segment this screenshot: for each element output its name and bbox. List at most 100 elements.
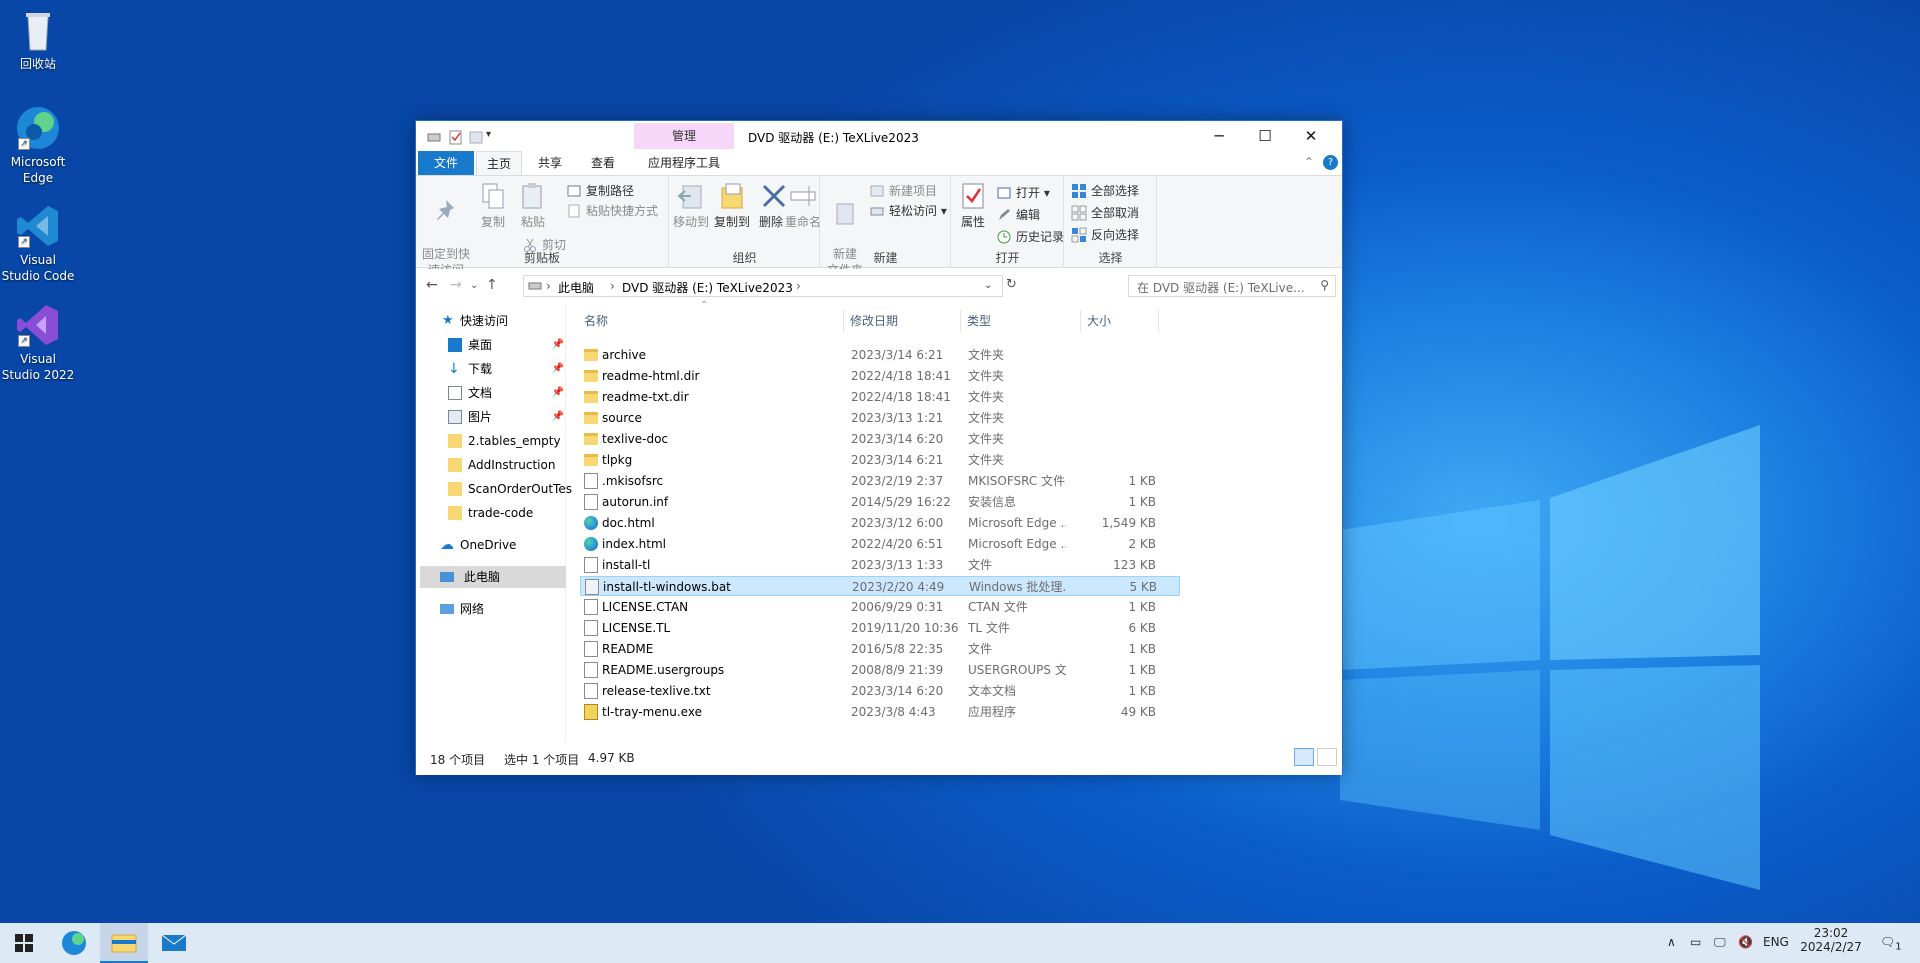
table-row[interactable]: autorun.inf 2014/5/29 16:22 安装信息 1 KB	[580, 492, 1180, 512]
invert-selection-button[interactable]: 反向选择	[1071, 226, 1139, 244]
pin-icon: 📌	[551, 339, 564, 350]
select-none-button[interactable]: 全部取消	[1071, 204, 1139, 222]
search-input[interactable]: 在 DVD 驱动器 (E:) TeXLive... ⚲	[1128, 275, 1336, 297]
search-icon: ⚲	[1320, 278, 1329, 292]
table-row[interactable]: index.html 2022/4/20 6:51 Microsoft Edge .…	[580, 534, 1180, 554]
recycle-bin[interactable]: 回收站	[0, 6, 76, 72]
notification-center-icon[interactable]: 🗨1	[1880, 935, 1902, 952]
help-icon[interactable]: ?	[1323, 155, 1338, 170]
vs2022-shortcut[interactable]: ↗ Visual Studio 2022	[0, 301, 76, 383]
table-row[interactable]: install-tl 2023/3/13 1:33 文件 123 KB	[580, 555, 1180, 575]
nav-folder-scanorder[interactable]: ScanOrderOutTes	[416, 478, 574, 500]
column-type[interactable]: 类型	[961, 310, 1081, 332]
select-all-button[interactable]: 全部选择	[1071, 182, 1139, 200]
table-row[interactable]: LICENSE.CTAN 2006/9/29 0:31 CTAN 文件 1 KB	[580, 597, 1180, 617]
edge-shortcut[interactable]: ↗ Microsoft Edge	[0, 104, 76, 186]
table-row[interactable]: tl-tray-menu.exe 2023/3/8 4:43 应用程序 49 KB	[580, 702, 1180, 722]
taskbar-mail[interactable]	[150, 923, 198, 963]
maximize-button[interactable]: ☐	[1242, 121, 1288, 151]
refresh-icon[interactable]: ↻	[1006, 277, 1017, 292]
column-size[interactable]: 大小	[1081, 310, 1159, 332]
copy-path-icon	[566, 183, 582, 199]
nav-folder-trade-code[interactable]: trade-code	[416, 502, 572, 524]
collapse-ribbon-icon[interactable]: ⌃	[1304, 155, 1314, 169]
tab-file[interactable]: 文件	[418, 151, 474, 175]
rename-button[interactable]: 重命名	[784, 180, 822, 230]
breadcrumb-this-pc[interactable]: 此电脑	[558, 279, 594, 296]
nav-folder-tables[interactable]: 2.tables_empty	[416, 430, 572, 452]
tab-view[interactable]: 查看	[581, 151, 625, 175]
tab-home[interactable]: 主页	[476, 151, 523, 175]
taskbar-file-explorer[interactable]	[100, 923, 148, 963]
up-arrow-icon[interactable]: ↑	[486, 277, 498, 293]
nav-desktop[interactable]: 桌面 📌	[416, 334, 572, 356]
table-row[interactable]: texlive-doc 2023/3/14 6:20 文件夹	[580, 429, 1180, 449]
nav-folder-addinstruction[interactable]: AddInstruction	[416, 454, 572, 476]
tab-app-tools[interactable]: 应用程序工具	[634, 151, 734, 175]
properties-qat-icon[interactable]	[448, 129, 464, 145]
minimize-button[interactable]: ─	[1196, 121, 1242, 151]
table-row[interactable]: README.usergroups 2008/8/9 21:39 USERGROUP…	[580, 660, 1180, 680]
file-name: autorun.inf	[602, 495, 669, 509]
paste-button[interactable]: 粘贴	[516, 180, 550, 230]
copy-path-button[interactable]: 复制路径	[566, 182, 634, 200]
file-name: doc.html	[602, 516, 655, 530]
taskbar-edge[interactable]	[50, 923, 98, 963]
table-row[interactable]: .mkisofsrc 2023/2/19 2:37 MKISOFSRC 文件 1 KB	[580, 471, 1180, 491]
table-row[interactable]: tlpkg 2023/3/14 6:21 文件夹	[580, 450, 1180, 470]
network-icon[interactable]: 🖵	[1714, 935, 1726, 950]
open-button[interactable]: 打开 ▾	[996, 184, 1050, 202]
tab-share[interactable]: 共享	[528, 151, 572, 175]
language-indicator[interactable]: ENG	[1763, 935, 1789, 949]
table-row[interactable]: archive 2023/3/14 6:21 文件夹	[580, 345, 1180, 365]
easy-access-button[interactable]: 轻松访问 ▾	[869, 202, 947, 220]
title-bar[interactable]: ▾ 管理 DVD 驱动器 (E:) TeXLive2023 ─ ☐ ✕	[416, 121, 1342, 153]
file-row-selected[interactable]: install-tl-windows.bat 2023/2/20 4:49 Wind…	[580, 576, 1180, 596]
column-date[interactable]: 修改日期	[844, 310, 961, 332]
new-item-button[interactable]: 新建项目	[869, 182, 937, 200]
nav-documents[interactable]: 文档 📌	[416, 382, 572, 404]
item-count: 18 个项目	[430, 753, 486, 767]
volume-muted-icon[interactable]: 🔇	[1738, 935, 1753, 949]
new-folder-qat-icon[interactable]	[468, 129, 484, 145]
paste-shortcut-button[interactable]: 粘贴快捷方式	[566, 202, 658, 220]
large-icons-view-icon[interactable]	[1317, 748, 1337, 766]
file-name: source	[602, 411, 642, 425]
file-type: 文件夹	[968, 390, 1005, 404]
nav-quick-access[interactable]: ★ 快速访问	[416, 310, 572, 332]
table-row[interactable]: readme-html.dir 2022/4/18 18:41 文件夹	[580, 366, 1180, 386]
column-name[interactable]: 名称	[578, 310, 844, 332]
table-row[interactable]: readme-txt.dir 2022/4/18 18:41 文件夹	[580, 387, 1180, 407]
delete-button[interactable]: 删除	[758, 180, 786, 230]
breadcrumb-dvd-drive[interactable]: DVD 驱动器 (E:) TeXLive2023	[622, 279, 793, 296]
show-hidden-icons[interactable]: ∧	[1667, 935, 1676, 949]
table-row[interactable]: README 2016/5/8 22:35 文件 1 KB	[580, 639, 1180, 659]
nav-pictures[interactable]: 图片 📌	[416, 406, 572, 428]
properties-button[interactable]: 属性	[956, 180, 990, 230]
back-arrow-icon[interactable]: ←	[426, 277, 438, 293]
battery-icon[interactable]: ▭	[1690, 935, 1701, 949]
table-row[interactable]: doc.html 2023/3/12 6:00 Microsoft Edge ...…	[580, 513, 1180, 533]
table-row[interactable]: source 2023/3/13 1:21 文件夹	[580, 408, 1180, 428]
forward-arrow-icon[interactable]: →	[450, 277, 462, 293]
start-button[interactable]	[0, 923, 48, 963]
address-bar[interactable]: › 此电脑 › DVD 驱动器 (E:) TeXLive2023 › ⌄	[523, 275, 1003, 297]
table-row[interactable]: LICENSE.TL 2019/11/20 10:36 TL 文件 6 KB	[580, 618, 1180, 638]
nav-downloads[interactable]: ↓ 下载 📌	[416, 358, 572, 380]
recent-dropdown-icon[interactable]: ⌄	[470, 280, 478, 291]
history-button[interactable]: 历史记录	[996, 228, 1064, 246]
copy-to-button[interactable]: 复制到	[712, 180, 752, 230]
copy-button[interactable]: 复制	[476, 180, 510, 230]
nav-this-pc[interactable]: 此电脑	[420, 566, 566, 588]
nav-onedrive[interactable]: ☁ OneDrive	[416, 534, 572, 556]
table-row[interactable]: release-texlive.txt 2023/3/14 6:20 文本文档 1 K…	[580, 681, 1180, 701]
nav-network[interactable]: 网络	[416, 598, 572, 620]
clock[interactable]: 23:02 2024/2/27	[1800, 926, 1862, 954]
vscode-shortcut[interactable]: ↗ Visual Studio Code	[0, 202, 76, 284]
address-dropdown-icon[interactable]: ⌄	[984, 280, 992, 291]
details-view-icon[interactable]	[1294, 748, 1314, 766]
qat-dropdown-icon[interactable]: ▾	[486, 129, 502, 145]
close-button[interactable]: ✕	[1288, 121, 1334, 151]
edit-button[interactable]: 编辑	[996, 206, 1040, 224]
move-to-button[interactable]: 移动到	[672, 180, 710, 230]
